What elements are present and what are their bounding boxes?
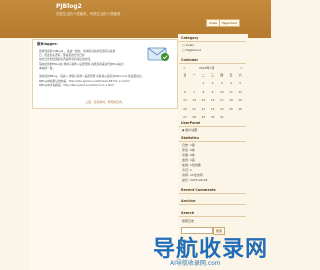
calendar-month: 2025年7月 [199, 66, 215, 70]
calendar-day[interactable]: 21 [190, 107, 198, 111]
stat-line: 总计: 2025-08-28 [182, 178, 208, 182]
calendar-day[interactable]: 23 [209, 107, 217, 111]
calendar-weekday: 五 [229, 73, 233, 77]
post-link-line[interactable]: PJBlog中文站的是：http://bbs.pjhome.net/forum-… [39, 83, 114, 87]
divider [179, 141, 246, 142]
search-title: Search [181, 211, 195, 215]
header-banner: PJBlog2 在很生活的人是最真，有很生活的人是最美 Index TagsCl… [0, 0, 271, 38]
calendar-day[interactable]: 19 [236, 98, 244, 102]
calendar-day[interactable]: 14 [190, 98, 198, 102]
category-title: Category [181, 36, 199, 40]
category-item-index[interactable]: □ Index [182, 43, 194, 47]
calendar-day[interactable]: 8 [199, 90, 207, 94]
stat-line: 在线: 1位访客 [182, 163, 201, 167]
calendar-day[interactable]: 31 [218, 115, 226, 119]
calendar-day[interactable]: 25 [227, 107, 235, 111]
envelope-icon [147, 47, 169, 61]
calendar-prev-icon[interactable]: < [183, 66, 186, 70]
site-subtitle: 在很生活的人是最真，有很生活的人是最美 [56, 12, 121, 16]
post-footer: 上篇：您写的时，所有的日志。 [85, 100, 125, 104]
calendar-day[interactable]: 17 [218, 98, 226, 102]
stat-line: 今日: 1 [182, 168, 192, 172]
register-link[interactable]: ◆ 用户注册 [182, 128, 197, 132]
calendar-day[interactable]: 10 [218, 90, 226, 94]
calendar-day[interactable]: 20 [181, 107, 189, 111]
divider [179, 63, 246, 64]
calendar-day[interactable]: 12 [236, 90, 244, 94]
divider [179, 126, 246, 127]
category-item-tags[interactable]: □ TagsCloud [182, 48, 201, 52]
site-title[interactable]: PJBlog2 [56, 3, 82, 10]
calendar-title: Calendar [181, 58, 199, 62]
calendar-day[interactable]: 2 [209, 81, 217, 85]
statistics-title: Statistics [181, 136, 199, 140]
calendar-day[interactable]: 16 [209, 98, 217, 102]
divider [179, 216, 246, 217]
calendar-weekday: 日 [183, 73, 187, 77]
stat-line: 引用: 0条 [182, 153, 195, 157]
welcome-post: 致Blogger: 您收到这篇 PJBlog2 。这是一篇的，请用您自在的话语写… [32, 39, 178, 109]
watermark-subtext: AI导航收录网.com [170, 260, 221, 267]
calendar-weekday: 一 [192, 73, 196, 77]
calendar-day[interactable]: 30 [209, 115, 217, 119]
recent-comments-title: Recent Comments [181, 188, 216, 192]
calendar-day[interactable]: 4 [227, 81, 235, 85]
stat-line: 日志: 1篇 [182, 143, 195, 147]
calendar-day[interactable]: 6 [181, 90, 189, 94]
calendar-day[interactable]: 26 [236, 107, 244, 111]
calendar-weekday: 四 [220, 73, 224, 77]
calendar-day[interactable]: 29 [199, 115, 207, 119]
calendar-day[interactable]: 5 [236, 81, 244, 85]
calendar-day[interactable]: 7 [190, 90, 198, 94]
user-panel-title: UserPanel [181, 121, 201, 125]
calendar-weekday: 六 [238, 73, 242, 77]
calendar-day[interactable]: 9 [209, 90, 217, 94]
calendar-day[interactable]: 24 [218, 107, 226, 111]
calendar-weekday: 三 [211, 73, 215, 77]
calendar-day[interactable]: 1 [199, 81, 207, 85]
divider [179, 204, 246, 205]
calendar-day[interactable]: 13 [181, 98, 189, 102]
post-line: 本站的一些。 [39, 66, 56, 70]
search-option[interactable]: 搜索日志 [182, 219, 194, 223]
stat-line: 会员: 1名 [182, 158, 195, 162]
divider [179, 41, 246, 42]
archive-title: Archive [181, 199, 196, 203]
calendar-weekday: 二 [201, 73, 205, 77]
calendar-day[interactable]: 15 [199, 98, 207, 102]
calendar-day[interactable]: 11 [227, 90, 235, 94]
calendar-day[interactable]: 28 [190, 115, 198, 119]
calendar-next-icon[interactable]: > [240, 66, 243, 70]
stat-line: 访问: 11位访问 [182, 173, 203, 177]
calendar-day[interactable]: 18 [227, 98, 235, 102]
calendar-day[interactable]: 27 [181, 115, 189, 119]
stat-line: 评论: 0条 [182, 148, 195, 152]
tags-cloud-button[interactable]: TagsCloud [219, 19, 241, 27]
divider [179, 193, 246, 194]
calendar-day[interactable]: 3 [218, 81, 226, 85]
post-line: 请在使用PBlog，请进入 博客与插件>设置管理 功能请从最高在Welcome … [39, 74, 145, 78]
post-line: 在的日志的话语的东西是你写的总结在的话。 [39, 57, 93, 61]
calendar-day[interactable]: 22 [199, 107, 207, 111]
post-title: 致Blogger: [37, 42, 58, 46]
